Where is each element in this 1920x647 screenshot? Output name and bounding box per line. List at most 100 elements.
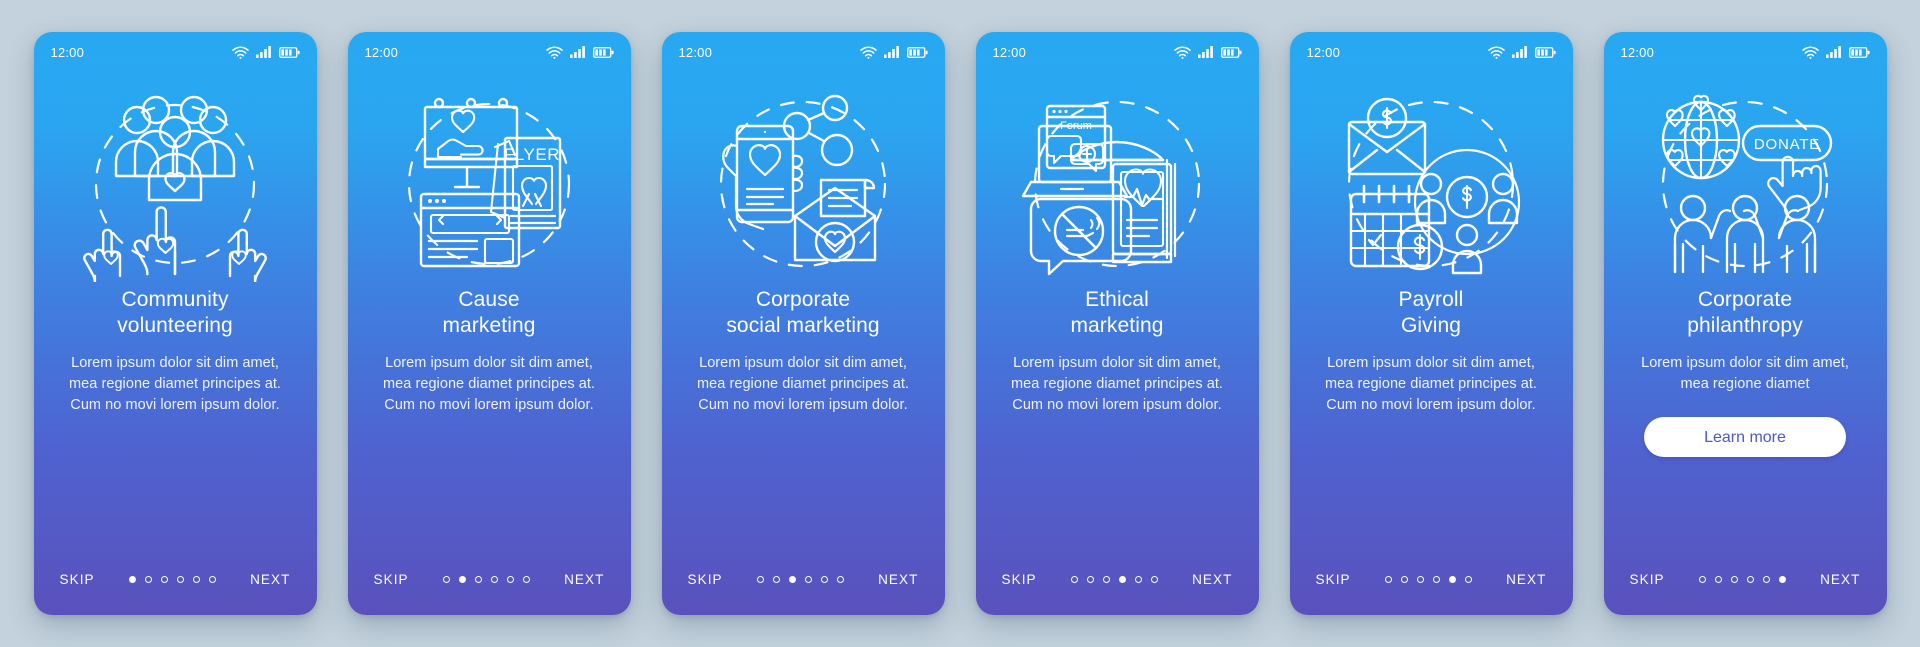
pagination-dot[interactable]	[1118, 576, 1126, 583]
screen-content: Payroll Giving Lorem ipsum dolor sit dim…	[1290, 287, 1573, 416]
skip-button[interactable]: SKIP	[688, 572, 723, 587]
screen-title: Ethical marketing	[1070, 288, 1164, 337]
pagination-dot[interactable]	[1464, 576, 1472, 583]
signal-bars-icon	[569, 46, 585, 58]
skip-button[interactable]: SKIP	[1316, 572, 1351, 587]
skip-button[interactable]: SKIP	[374, 572, 409, 587]
pagination-dot[interactable]	[1448, 576, 1456, 583]
signal-bars-icon	[1511, 46, 1527, 58]
onboarding-nav: SKIP NEXT	[662, 572, 945, 587]
skip-button[interactable]: SKIP	[1002, 572, 1037, 587]
screen-body-text: Lorem ipsum dolor sit dim amet, mea regi…	[697, 355, 909, 413]
pagination-dot[interactable]	[128, 576, 136, 583]
svg-text:Forum: Forum	[1060, 120, 1092, 132]
wifi-icon	[545, 45, 563, 59]
battery-icon	[906, 46, 928, 58]
onboarding-screen-corporate-philanthropy: 12:00 DONATE Corporate philanthropy Lore…	[1603, 32, 1887, 615]
pagination-dot[interactable]	[836, 576, 844, 583]
learn-more-button[interactable]: Learn more	[1644, 417, 1846, 457]
onboarding-nav: SKIP NEXT	[348, 572, 631, 587]
pagination-dot[interactable]	[490, 576, 498, 583]
pagination-dot[interactable]	[1416, 576, 1424, 583]
next-button[interactable]: NEXT	[1506, 572, 1546, 587]
pagination-dot[interactable]	[1150, 576, 1158, 583]
onboarding-screens-board: 12:00 Community volunteering Lorem ipsum…	[0, 0, 1920, 647]
pagination-dot[interactable]	[176, 576, 184, 583]
screen-title: Corporate social marketing	[726, 288, 880, 337]
pagination-dot[interactable]	[474, 576, 482, 583]
status-bar: 12:00	[1604, 32, 1887, 72]
pagination-dot[interactable]	[1384, 576, 1392, 583]
pagination-dot[interactable]	[1730, 576, 1738, 583]
onboarding-screen-ethical-marketing: 12:00 Forum Ethical marketing Lorem ipsu…	[975, 32, 1259, 615]
screen-content: Corporate philanthropy Lorem ipsum dolor…	[1604, 287, 1887, 457]
screen-title: Corporate philanthropy	[1687, 288, 1803, 337]
pagination-dot[interactable]	[1714, 576, 1722, 583]
pagination-dot[interactable]	[804, 576, 812, 583]
pagination-dot[interactable]	[1086, 576, 1094, 583]
pagination-dot[interactable]	[1432, 576, 1440, 583]
status-bar: 12:00	[662, 32, 945, 72]
pagination-dot[interactable]	[756, 576, 764, 583]
next-button[interactable]: NEXT	[1192, 572, 1232, 587]
status-bar: 12:00	[976, 32, 1259, 72]
pagination-dot[interactable]	[788, 576, 796, 583]
wifi-icon	[1173, 45, 1191, 59]
status-bar-clock: 12:00	[364, 44, 399, 60]
screen-content: Cause marketing Lorem ipsum dolor sit di…	[348, 287, 631, 416]
illustration-ethical-marketing: Forum	[976, 80, 1259, 285]
screen-body-text: Lorem ipsum dolor sit dim amet, mea regi…	[1011, 355, 1223, 413]
next-button[interactable]: NEXT	[878, 572, 918, 587]
pagination-dots	[756, 576, 844, 583]
screen-title: Community volunteering	[117, 288, 233, 337]
pagination-dot[interactable]	[1070, 576, 1078, 583]
next-button[interactable]: NEXT	[250, 572, 290, 587]
status-bar-icons	[1173, 45, 1242, 59]
illustration-community-volunteering	[34, 80, 317, 285]
pagination-dot[interactable]	[1746, 576, 1754, 583]
status-bar-icons	[1801, 45, 1870, 59]
screen-content: Ethical marketing Lorem ipsum dolor sit …	[976, 287, 1259, 416]
illustration-corporate-social-marketing	[662, 80, 945, 285]
screen-title: Cause marketing	[442, 288, 536, 337]
pagination-dots	[1698, 576, 1786, 583]
next-button[interactable]: NEXT	[564, 572, 604, 587]
battery-icon	[278, 46, 300, 58]
onboarding-nav: SKIP NEXT	[1604, 572, 1887, 587]
pagination-dot[interactable]	[820, 576, 828, 583]
pagination-dots	[128, 576, 216, 583]
screen-body-text: Lorem ipsum dolor sit dim amet, mea regi…	[1641, 355, 1849, 392]
battery-icon	[1534, 46, 1556, 58]
pagination-dot[interactable]	[772, 576, 780, 583]
pagination-dots	[1384, 576, 1472, 583]
status-bar-icons	[545, 45, 614, 59]
pagination-dot[interactable]	[506, 576, 514, 583]
pagination-dot[interactable]	[1400, 576, 1408, 583]
pagination-dot[interactable]	[1102, 576, 1110, 583]
skip-button[interactable]: SKIP	[60, 572, 95, 587]
pagination-dot[interactable]	[192, 576, 200, 583]
pagination-dot[interactable]	[208, 576, 216, 583]
pagination-dot[interactable]	[458, 576, 466, 583]
battery-icon	[1220, 46, 1242, 58]
pagination-dot[interactable]	[144, 576, 152, 583]
onboarding-screen-corporate-social-marketing: 12:00 Corporate social marketing Lorem i…	[661, 32, 945, 615]
status-bar: 12:00	[1290, 32, 1573, 72]
pagination-dot[interactable]	[1778, 576, 1786, 583]
pagination-dot[interactable]	[522, 576, 530, 583]
onboarding-screen-payroll-giving: 12:00 Payroll Giving Lorem ipsum dolor s…	[1289, 32, 1573, 615]
next-button[interactable]: NEXT	[1820, 572, 1860, 587]
illustration-cause-marketing: FLYER	[348, 80, 631, 285]
pagination-dot[interactable]	[442, 576, 450, 583]
skip-button[interactable]: SKIP	[1630, 572, 1665, 587]
onboarding-screen-community-volunteering: 12:00 Community volunteering Lorem ipsum…	[33, 32, 317, 615]
screen-body-text: Lorem ipsum dolor sit dim amet, mea regi…	[69, 355, 281, 413]
pagination-dot[interactable]	[1698, 576, 1706, 583]
pagination-dot[interactable]	[1762, 576, 1770, 583]
onboarding-nav: SKIP NEXT	[1290, 572, 1573, 587]
onboarding-screen-cause-marketing: 12:00 FLYER Cause marketing Lorem ipsum …	[347, 32, 631, 615]
status-bar-icons	[859, 45, 928, 59]
pagination-dot[interactable]	[160, 576, 168, 583]
pagination-dot[interactable]	[1134, 576, 1142, 583]
onboarding-nav: SKIP NEXT	[976, 572, 1259, 587]
